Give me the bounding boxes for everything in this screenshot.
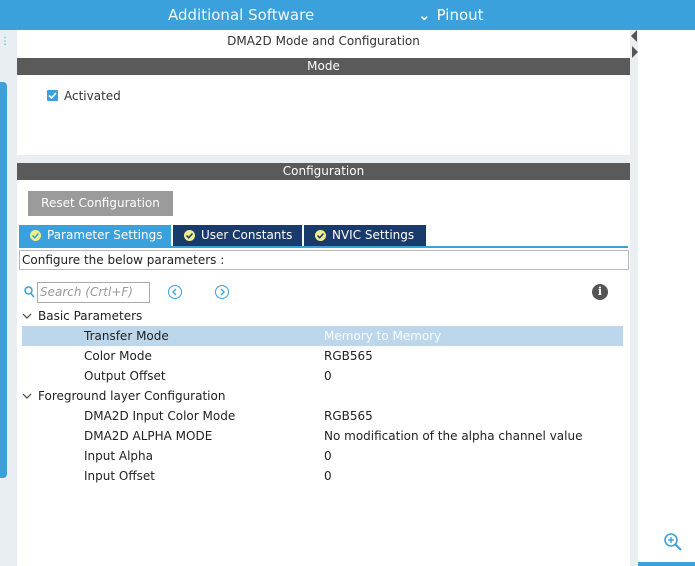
param-value[interactable]: 0 xyxy=(324,466,332,486)
search-next-button[interactable] xyxy=(215,285,229,299)
activated-label: Activated xyxy=(64,89,121,103)
tab-label: User Constants xyxy=(201,228,293,242)
additional-software-tab[interactable]: Additional Software xyxy=(168,6,314,24)
pinout-menu[interactable]: ⌄ Pinout xyxy=(418,6,484,24)
tab-label: Parameter Settings xyxy=(47,228,163,242)
param-row-transfer-mode[interactable]: Transfer Mode Memory to Memory xyxy=(22,326,623,346)
param-value[interactable]: RGB565 xyxy=(324,406,373,426)
group-label: Foreground layer Configuration xyxy=(38,389,226,403)
activated-checkbox[interactable] xyxy=(47,90,58,101)
section-separator xyxy=(17,155,630,163)
reset-configuration-button[interactable]: Reset Configuration xyxy=(28,191,173,216)
ok-check-icon xyxy=(30,230,41,241)
tab-parameter-settings[interactable]: Parameter Settings xyxy=(19,225,171,246)
mode-section-header: Mode xyxy=(17,58,630,75)
param-value[interactable]: 0 xyxy=(324,366,332,386)
tab-user-constants[interactable]: User Constants xyxy=(173,225,302,246)
configuration-section-header: Configuration xyxy=(17,163,630,180)
mode-section-body xyxy=(17,75,630,155)
param-row-output-offset[interactable]: Output Offset 0 xyxy=(22,366,623,386)
collapse-handle-icon[interactable]: ⋮ xyxy=(0,36,10,47)
search-field[interactable] xyxy=(37,282,150,303)
top-bar: Additional Software ⌄ Pinout xyxy=(0,0,695,30)
param-name: Transfer Mode xyxy=(84,329,169,343)
param-name: DMA2D Input Color Mode xyxy=(84,409,236,423)
chevron-down-icon xyxy=(22,386,38,406)
panel-title: DMA2D Mode and Configuration xyxy=(227,34,420,48)
checkmark-icon xyxy=(48,92,57,100)
param-value[interactable]: No modification of the alpha channel val… xyxy=(324,426,582,446)
group-label: Basic Parameters xyxy=(38,309,143,323)
chevron-right-icon xyxy=(220,288,225,296)
bottom-accent xyxy=(638,562,695,566)
chevron-down-icon: ⌄ xyxy=(418,6,431,24)
ok-check-icon xyxy=(315,230,326,241)
param-row-color-mode[interactable]: Color Mode RGB565 xyxy=(22,346,623,366)
param-row-input-offset[interactable]: Input Offset 0 xyxy=(22,466,623,486)
search-icon xyxy=(24,286,35,298)
param-name: Input Offset xyxy=(84,469,155,483)
search-input[interactable] xyxy=(38,283,146,300)
tab-label: NVIC Settings xyxy=(332,228,415,242)
ok-check-icon xyxy=(184,230,195,241)
tab-underline xyxy=(19,246,628,248)
param-value[interactable]: Memory to Memory xyxy=(324,326,441,346)
splitter[interactable] xyxy=(630,30,638,566)
collapse-left-icon[interactable] xyxy=(631,30,637,42)
info-icon[interactable]: i xyxy=(592,284,608,300)
pinout-view-pane xyxy=(638,30,695,566)
param-row-input-alpha[interactable]: Input Alpha 0 xyxy=(22,446,623,466)
group-foreground-layer[interactable]: Foreground layer Configuration xyxy=(22,386,225,406)
param-name: DMA2D ALPHA MODE xyxy=(84,429,213,443)
tab-nvic-settings[interactable]: NVIC Settings xyxy=(304,225,426,246)
configure-hint: Configure the below parameters : xyxy=(19,250,629,270)
param-name: Color Mode xyxy=(84,349,152,363)
zoom-in-icon[interactable] xyxy=(663,532,683,552)
param-row-alpha-mode[interactable]: DMA2D ALPHA MODE No modification of the … xyxy=(22,426,623,446)
param-value[interactable]: 0 xyxy=(324,446,332,466)
left-panel-edge xyxy=(0,82,7,478)
search-previous-button[interactable] xyxy=(168,285,182,299)
param-name: Input Alpha xyxy=(84,449,154,463)
chevron-left-icon xyxy=(172,288,177,296)
param-value[interactable]: RGB565 xyxy=(324,346,373,366)
param-row-input-color-mode[interactable]: DMA2D Input Color Mode RGB565 xyxy=(22,406,623,426)
param-name: Output Offset xyxy=(84,369,166,383)
group-basic-parameters[interactable]: Basic Parameters xyxy=(22,306,142,326)
pinout-label: Pinout xyxy=(436,6,484,24)
chevron-down-icon xyxy=(22,306,38,326)
